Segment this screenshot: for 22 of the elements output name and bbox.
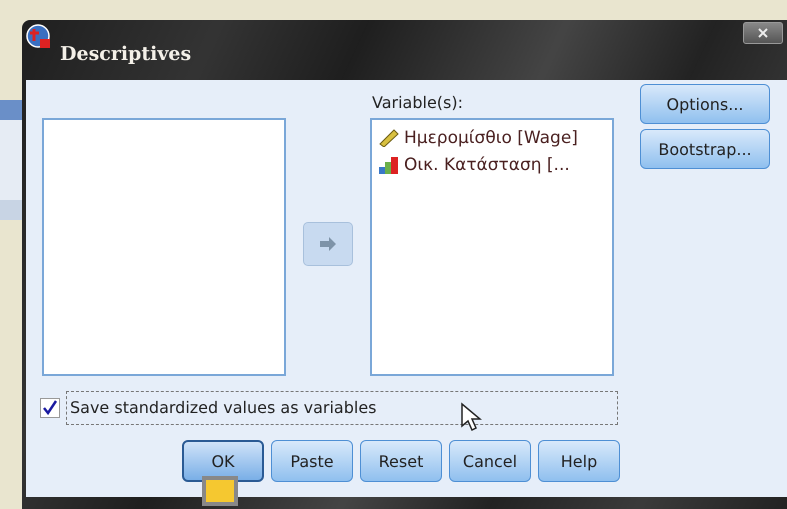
- variable-item[interactable]: Οικ. Κατάσταση [...: [378, 151, 606, 178]
- variable-item[interactable]: Ημερομίσθιο [Wage]: [378, 124, 606, 151]
- dialog-button[interactable]: Reset: [360, 440, 442, 482]
- pointer-marker: [202, 476, 238, 506]
- dialog-button[interactable]: Paste: [271, 440, 353, 482]
- close-icon: [756, 28, 770, 38]
- dialog-button[interactable]: Help: [538, 440, 620, 482]
- window-title: Descriptives: [60, 43, 192, 65]
- dialog-button[interactable]: Cancel: [449, 440, 531, 482]
- dialog-button[interactable]: Bootstrap...: [640, 129, 770, 169]
- ruler-icon: [378, 128, 400, 146]
- checkmark-icon: [42, 400, 58, 416]
- close-button[interactable]: [743, 22, 783, 44]
- variable-list[interactable]: Ημερομίσθιο [Wage] Οικ. Κατάσταση [...: [370, 118, 614, 376]
- dialog-button[interactable]: Options...: [640, 84, 770, 124]
- list-label: Variable(s):: [371, 92, 464, 114]
- checkbox[interactable]: [40, 398, 60, 418]
- app-icon: [26, 24, 52, 50]
- bar-chart-icon: [378, 156, 400, 174]
- arrow-icon: [318, 236, 338, 252]
- mouse-pointer-icon: [460, 402, 482, 432]
- dialog-button[interactable]: OK: [182, 440, 264, 482]
